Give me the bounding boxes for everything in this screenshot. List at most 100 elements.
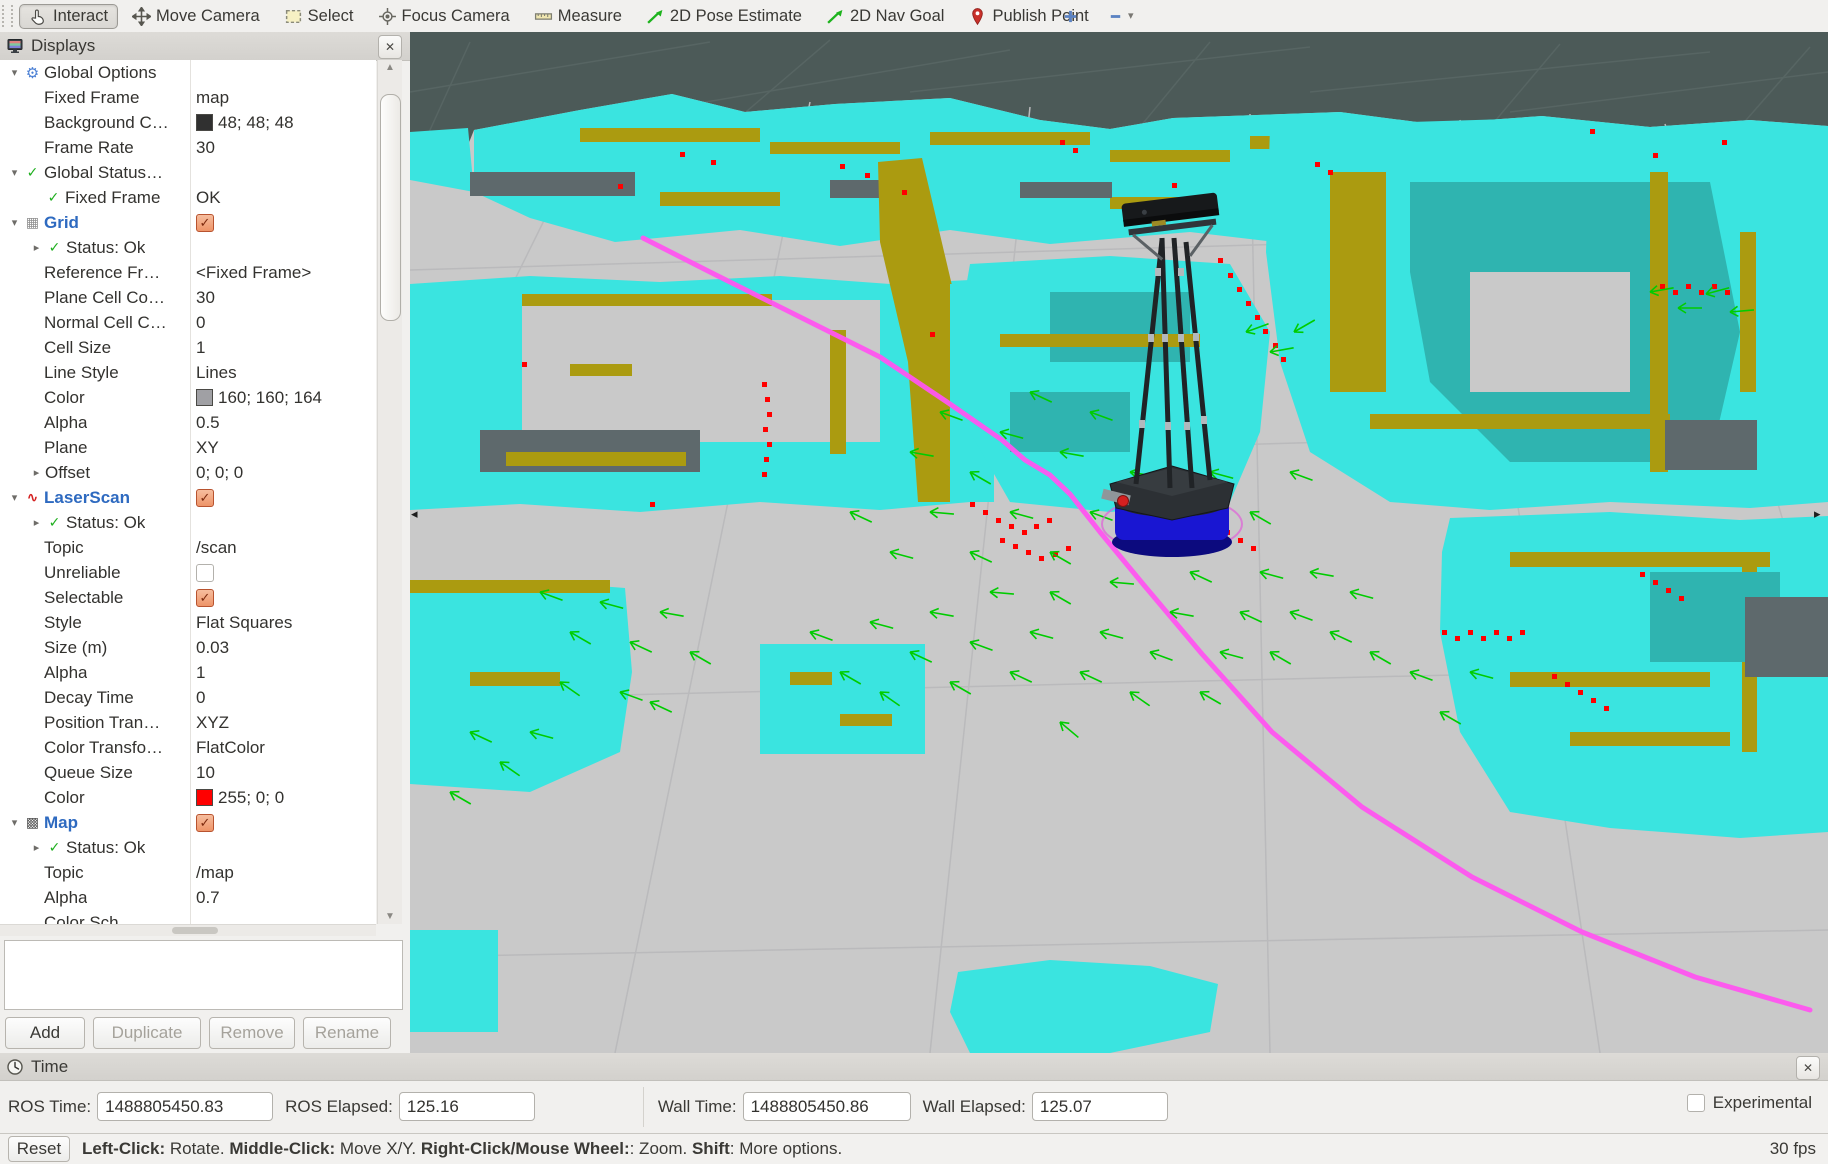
color-swatch[interactable] (196, 114, 213, 131)
tree-row-background-c-[interactable]: Background C…48; 48; 48 (0, 110, 376, 135)
row-value[interactable]: OK (196, 188, 221, 208)
tree-column-separator[interactable] (190, 60, 191, 924)
tree-row-grid[interactable]: ▾▦Grid✓ (0, 210, 376, 235)
tree-row-offset[interactable]: ▸Offset0; 0; 0 (0, 460, 376, 485)
row-value[interactable]: Flat Squares (196, 613, 292, 633)
tree-row-reference-fr-[interactable]: Reference Fr…<Fixed Frame> (0, 260, 376, 285)
horizontal-scrollbar-thumb[interactable] (172, 927, 218, 934)
row-value[interactable]: 160; 160; 164 (196, 388, 322, 408)
tree-row-decay-time[interactable]: Decay Time0 (0, 685, 376, 710)
expander-open-icon[interactable]: ▾ (6, 491, 23, 504)
tree-row-fixed-frame[interactable]: ✓Fixed FrameOK (0, 185, 376, 210)
tree-row-global-options[interactable]: ▾⚙Global Options (0, 60, 376, 85)
tree-row-alpha[interactable]: Alpha1 (0, 660, 376, 685)
row-value[interactable]: 0 (196, 313, 205, 333)
row-value[interactable]: FlatColor (196, 738, 265, 758)
row-value[interactable] (196, 564, 214, 582)
row-value[interactable]: Lines (196, 363, 237, 383)
tree-row-alpha[interactable]: Alpha0.5 (0, 410, 376, 435)
scroll-down-icon[interactable]: ▼ (378, 911, 402, 922)
color-swatch[interactable] (196, 789, 213, 806)
row-value[interactable]: 1 (196, 338, 205, 358)
tree-row-style[interactable]: StyleFlat Squares (0, 610, 376, 635)
tree-row-selectable[interactable]: Selectable✓ (0, 585, 376, 610)
row-value[interactable]: 255; 0; 0 (196, 788, 284, 808)
row-value[interactable]: 0.03 (196, 638, 229, 658)
vertical-scrollbar[interactable]: ▲ ▼ (377, 60, 402, 924)
scroll-up-icon[interactable]: ▲ (378, 62, 402, 73)
row-value[interactable]: 10 (196, 763, 215, 783)
tool-interact[interactable]: Interact (19, 4, 118, 29)
panel-collapse-left-icon[interactable]: ◂ (411, 506, 418, 522)
add-display-button[interactable]: Add (5, 1017, 85, 1049)
horizontal-scrollbar[interactable] (0, 924, 376, 936)
toolbar-grip[interactable] (2, 5, 13, 27)
remove-tool-button[interactable] (1103, 4, 1127, 28)
tool-move-camera[interactable]: Move Camera (122, 4, 270, 29)
tree-row-color-transfo-[interactable]: Color Transfo…FlatColor (0, 735, 376, 760)
row-value[interactable]: 30 (196, 138, 215, 158)
row-value[interactable]: XYZ (196, 713, 229, 733)
tree-row-topic[interactable]: Topic/scan (0, 535, 376, 560)
remove-display-button[interactable]: Remove (209, 1017, 295, 1049)
tree-row-topic[interactable]: Topic/map (0, 860, 376, 885)
tree-row-global-status-[interactable]: ▾✓Global Status… (0, 160, 376, 185)
row-value[interactable]: ✓ (196, 489, 214, 507)
tree-row-laserscan[interactable]: ▾∿LaserScan✓ (0, 485, 376, 510)
expander-closed-icon[interactable]: ▸ (28, 516, 45, 529)
tool-menu-caret-icon[interactable]: ▾ (1128, 9, 1134, 22)
checkbox-checked[interactable]: ✓ (196, 814, 214, 832)
tool-2d-nav-goal[interactable]: 2D Nav Goal (816, 4, 954, 29)
experimental-toggle[interactable]: Experimental (1687, 1093, 1812, 1113)
displays-close-button[interactable]: ✕ (378, 35, 402, 59)
row-value[interactable]: XY (196, 438, 219, 458)
rename-display-button[interactable]: Rename (303, 1017, 391, 1049)
add-tool-button[interactable] (1058, 4, 1082, 28)
tree-row-frame-rate[interactable]: Frame Rate30 (0, 135, 376, 160)
tree-row-plane[interactable]: PlaneXY (0, 435, 376, 460)
tool-measure[interactable]: Measure (524, 4, 632, 29)
checkbox-unchecked[interactable] (196, 564, 214, 582)
checkbox-checked[interactable]: ✓ (196, 214, 214, 232)
row-value[interactable]: 0.7 (196, 888, 220, 908)
expander-open-icon[interactable]: ▾ (6, 166, 23, 179)
row-value[interactable]: /scan (196, 538, 237, 558)
tree-row-normal-cell-c-[interactable]: Normal Cell C…0 (0, 310, 376, 335)
tree-row-status-ok[interactable]: ▸✓Status: Ok (0, 235, 376, 260)
expander-closed-icon[interactable]: ▸ (28, 466, 45, 479)
tree-row-status-ok[interactable]: ▸✓Status: Ok (0, 835, 376, 860)
tool-focus-camera[interactable]: Focus Camera (368, 4, 520, 29)
experimental-checkbox[interactable] (1687, 1094, 1705, 1112)
tree-row-color[interactable]: Color255; 0; 0 (0, 785, 376, 810)
expander-open-icon[interactable]: ▾ (6, 816, 23, 829)
row-value[interactable]: 0.5 (196, 413, 220, 433)
tree-row-queue-size[interactable]: Queue Size10 (0, 760, 376, 785)
tree-row-line-style[interactable]: Line StyleLines (0, 360, 376, 385)
row-value[interactable]: <Fixed Frame> (196, 263, 311, 283)
tool-select[interactable]: Select (274, 4, 364, 29)
row-value[interactable]: map (196, 88, 229, 108)
row-value[interactable]: 1 (196, 663, 205, 683)
row-value[interactable]: /map (196, 863, 234, 883)
tree-row-position-tran-[interactable]: Position Tran…XYZ (0, 710, 376, 735)
tree-row-plane-cell-co-[interactable]: Plane Cell Co…30 (0, 285, 376, 310)
reset-button[interactable]: Reset (8, 1136, 70, 1162)
tree-row-size-m-[interactable]: Size (m)0.03 (0, 635, 376, 660)
row-value[interactable]: 0 (196, 688, 205, 708)
row-value[interactable]: ✓ (196, 589, 214, 607)
row-value[interactable]: ✓ (196, 214, 214, 232)
tree-row-status-ok[interactable]: ▸✓Status: Ok (0, 510, 376, 535)
tree-row-color[interactable]: Color160; 160; 164 (0, 385, 376, 410)
ros-time-input[interactable] (97, 1092, 273, 1121)
ros-elapsed-input[interactable] (399, 1092, 535, 1121)
duplicate-display-button[interactable]: Duplicate (93, 1017, 201, 1049)
wall-elapsed-input[interactable] (1032, 1092, 1168, 1121)
expander-open-icon[interactable]: ▾ (6, 66, 23, 79)
3d-viewport[interactable] (410, 32, 1828, 1053)
checkbox-checked[interactable]: ✓ (196, 589, 214, 607)
tree-row-color-sch-[interactable]: Color Sch… (0, 910, 376, 924)
expander-closed-icon[interactable]: ▸ (28, 841, 45, 854)
checkbox-checked[interactable]: ✓ (196, 489, 214, 507)
expander-open-icon[interactable]: ▾ (6, 216, 23, 229)
tree-row-fixed-frame[interactable]: Fixed Framemap (0, 85, 376, 110)
